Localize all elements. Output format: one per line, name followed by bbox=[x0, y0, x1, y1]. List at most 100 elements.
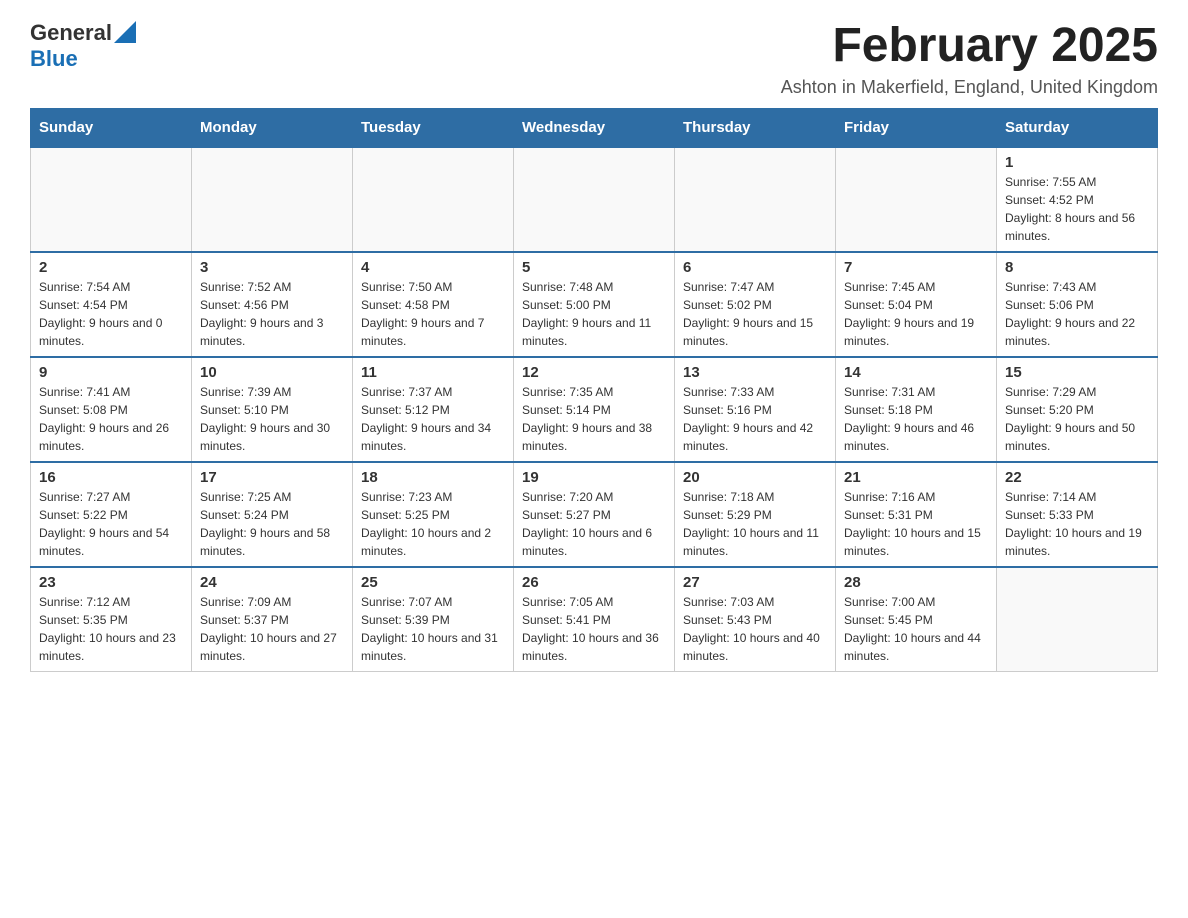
day-info: Sunrise: 7:31 AM Sunset: 5:18 PM Dayligh… bbox=[844, 383, 988, 455]
calendar-cell: 2 Sunrise: 7:54 AM Sunset: 4:54 PM Daylig… bbox=[31, 252, 192, 357]
calendar-cell: 17 Sunrise: 7:25 AM Sunset: 5:24 PM Dayli… bbox=[192, 462, 353, 567]
calendar-cell: 16Sunrise: 7:27 AM Sunset: 5:22 PM Dayli… bbox=[31, 462, 192, 567]
day-info: Sunrise: 7:12 AM Sunset: 5:35 PM Dayligh… bbox=[39, 593, 183, 665]
day-number: 15 bbox=[1005, 364, 1149, 381]
day-info: Sunrise: 7:05 AM Sunset: 5:41 PM Dayligh… bbox=[522, 593, 666, 665]
day-number: 22 bbox=[1005, 469, 1149, 486]
day-info: Sunrise: 7:33 AM Sunset: 5:16 PM Dayligh… bbox=[683, 383, 827, 455]
calendar-week-row: 16Sunrise: 7:27 AM Sunset: 5:22 PM Dayli… bbox=[31, 462, 1158, 567]
calendar-cell: 3 Sunrise: 7:52 AM Sunset: 4:56 PM Daylig… bbox=[192, 252, 353, 357]
day-number: 21 bbox=[844, 469, 988, 486]
day-info: Sunrise: 7:16 AM Sunset: 5:31 PM Dayligh… bbox=[844, 488, 988, 560]
day-number: 8 bbox=[1005, 259, 1149, 276]
calendar-cell bbox=[997, 567, 1158, 672]
day-number: 12 bbox=[522, 364, 666, 381]
day-info: Sunrise: 7:18 AM Sunset: 5:29 PM Dayligh… bbox=[683, 488, 827, 560]
calendar-header-tuesday: Tuesday bbox=[353, 108, 514, 147]
day-info: Sunrise: 7:41 AM Sunset: 5:08 PM Dayligh… bbox=[39, 383, 183, 455]
day-number: 6 bbox=[683, 259, 827, 276]
day-info: Sunrise: 7:09 AM Sunset: 5:37 PM Dayligh… bbox=[200, 593, 344, 665]
calendar-week-row: 23 Sunrise: 7:12 AM Sunset: 5:35 PM Dayli… bbox=[31, 567, 1158, 672]
calendar-cell bbox=[675, 147, 836, 252]
day-info: Sunrise: 7:52 AM Sunset: 4:56 PM Dayligh… bbox=[200, 278, 344, 350]
day-info: Sunrise: 7:37 AM Sunset: 5:12 PM Dayligh… bbox=[361, 383, 505, 455]
day-number: 17 bbox=[200, 469, 344, 486]
day-number: 27 bbox=[683, 574, 827, 591]
calendar-cell: 9Sunrise: 7:41 AM Sunset: 5:08 PM Daylig… bbox=[31, 357, 192, 462]
calendar-cell: 8 Sunrise: 7:43 AM Sunset: 5:06 PM Daylig… bbox=[997, 252, 1158, 357]
calendar-cell: 1Sunrise: 7:55 AM Sunset: 4:52 PM Daylig… bbox=[997, 147, 1158, 252]
day-info: Sunrise: 7:39 AM Sunset: 5:10 PM Dayligh… bbox=[200, 383, 344, 455]
day-number: 4 bbox=[361, 259, 505, 276]
day-number: 13 bbox=[683, 364, 827, 381]
calendar-week-row: 2 Sunrise: 7:54 AM Sunset: 4:54 PM Daylig… bbox=[31, 252, 1158, 357]
day-number: 19 bbox=[522, 469, 666, 486]
title-section: February 2025 Ashton in Makerfield, Engl… bbox=[781, 20, 1158, 98]
day-info: Sunrise: 7:00 AM Sunset: 5:45 PM Dayligh… bbox=[844, 593, 988, 665]
calendar-cell: 23 Sunrise: 7:12 AM Sunset: 5:35 PM Dayli… bbox=[31, 567, 192, 672]
day-number: 23 bbox=[39, 574, 183, 591]
calendar-cell: 28 Sunrise: 7:00 AM Sunset: 5:45 PM Dayli… bbox=[836, 567, 997, 672]
calendar-cell bbox=[353, 147, 514, 252]
calendar-header-sunday: Sunday bbox=[31, 108, 192, 147]
day-info: Sunrise: 7:43 AM Sunset: 5:06 PM Dayligh… bbox=[1005, 278, 1149, 350]
calendar-cell: 10 Sunrise: 7:39 AM Sunset: 5:10 PM Dayli… bbox=[192, 357, 353, 462]
calendar-header-wednesday: Wednesday bbox=[514, 108, 675, 147]
day-info: Sunrise: 7:14 AM Sunset: 5:33 PM Dayligh… bbox=[1005, 488, 1149, 560]
calendar-header-saturday: Saturday bbox=[997, 108, 1158, 147]
calendar-cell: 18Sunrise: 7:23 AM Sunset: 5:25 PM Dayli… bbox=[353, 462, 514, 567]
day-number: 28 bbox=[844, 574, 988, 591]
calendar-week-row: 9Sunrise: 7:41 AM Sunset: 5:08 PM Daylig… bbox=[31, 357, 1158, 462]
day-info: Sunrise: 7:20 AM Sunset: 5:27 PM Dayligh… bbox=[522, 488, 666, 560]
calendar-cell: 24 Sunrise: 7:09 AM Sunset: 5:37 PM Dayli… bbox=[192, 567, 353, 672]
calendar-cell: 26 Sunrise: 7:05 AM Sunset: 5:41 PM Dayli… bbox=[514, 567, 675, 672]
day-number: 14 bbox=[844, 364, 988, 381]
day-info: Sunrise: 7:47 AM Sunset: 5:02 PM Dayligh… bbox=[683, 278, 827, 350]
calendar-cell bbox=[836, 147, 997, 252]
day-info: Sunrise: 7:45 AM Sunset: 5:04 PM Dayligh… bbox=[844, 278, 988, 350]
logo-arrow-icon bbox=[114, 21, 136, 43]
page-header: General Blue February 2025 Ashton in Mak… bbox=[30, 20, 1158, 98]
calendar-cell: 14 Sunrise: 7:31 AM Sunset: 5:18 PM Dayli… bbox=[836, 357, 997, 462]
calendar-cell: 12Sunrise: 7:35 AM Sunset: 5:14 PM Dayli… bbox=[514, 357, 675, 462]
calendar-cell: 7 Sunrise: 7:45 AM Sunset: 5:04 PM Daylig… bbox=[836, 252, 997, 357]
day-number: 3 bbox=[200, 259, 344, 276]
calendar-week-row: 1Sunrise: 7:55 AM Sunset: 4:52 PM Daylig… bbox=[31, 147, 1158, 252]
day-info: Sunrise: 7:23 AM Sunset: 5:25 PM Dayligh… bbox=[361, 488, 505, 560]
day-info: Sunrise: 7:54 AM Sunset: 4:54 PM Dayligh… bbox=[39, 278, 183, 350]
logo-blue-text: Blue bbox=[30, 46, 78, 71]
day-info: Sunrise: 7:03 AM Sunset: 5:43 PM Dayligh… bbox=[683, 593, 827, 665]
day-number: 7 bbox=[844, 259, 988, 276]
calendar-cell: 19 Sunrise: 7:20 AM Sunset: 5:27 PM Dayli… bbox=[514, 462, 675, 567]
calendar-header-row: SundayMondayTuesdayWednesdayThursdayFrid… bbox=[31, 108, 1158, 147]
calendar-table: SundayMondayTuesdayWednesdayThursdayFrid… bbox=[30, 108, 1158, 672]
day-number: 26 bbox=[522, 574, 666, 591]
calendar-cell: 15Sunrise: 7:29 AM Sunset: 5:20 PM Dayli… bbox=[997, 357, 1158, 462]
day-number: 24 bbox=[200, 574, 344, 591]
day-number: 10 bbox=[200, 364, 344, 381]
calendar-cell bbox=[31, 147, 192, 252]
calendar-cell: 4 Sunrise: 7:50 AM Sunset: 4:58 PM Daylig… bbox=[353, 252, 514, 357]
calendar-header-monday: Monday bbox=[192, 108, 353, 147]
day-number: 2 bbox=[39, 259, 183, 276]
day-number: 20 bbox=[683, 469, 827, 486]
calendar-cell: 11 Sunrise: 7:37 AM Sunset: 5:12 PM Dayli… bbox=[353, 357, 514, 462]
day-info: Sunrise: 7:50 AM Sunset: 4:58 PM Dayligh… bbox=[361, 278, 505, 350]
day-info: Sunrise: 7:27 AM Sunset: 5:22 PM Dayligh… bbox=[39, 488, 183, 560]
calendar-cell: 25Sunrise: 7:07 AM Sunset: 5:39 PM Dayli… bbox=[353, 567, 514, 672]
logo: General Blue bbox=[30, 20, 136, 72]
page-subtitle: Ashton in Makerfield, England, United Ki… bbox=[781, 77, 1158, 98]
day-info: Sunrise: 7:25 AM Sunset: 5:24 PM Dayligh… bbox=[200, 488, 344, 560]
calendar-cell: 22 Sunrise: 7:14 AM Sunset: 5:33 PM Dayli… bbox=[997, 462, 1158, 567]
calendar-cell: 27 Sunrise: 7:03 AM Sunset: 5:43 PM Dayli… bbox=[675, 567, 836, 672]
calendar-header-friday: Friday bbox=[836, 108, 997, 147]
calendar-cell: 20 Sunrise: 7:18 AM Sunset: 5:29 PM Dayli… bbox=[675, 462, 836, 567]
calendar-header-thursday: Thursday bbox=[675, 108, 836, 147]
calendar-cell: 13 Sunrise: 7:33 AM Sunset: 5:16 PM Dayli… bbox=[675, 357, 836, 462]
day-number: 11 bbox=[361, 364, 505, 381]
calendar-cell: 5Sunrise: 7:48 AM Sunset: 5:00 PM Daylig… bbox=[514, 252, 675, 357]
calendar-cell: 6 Sunrise: 7:47 AM Sunset: 5:02 PM Daylig… bbox=[675, 252, 836, 357]
calendar-cell bbox=[514, 147, 675, 252]
day-info: Sunrise: 7:07 AM Sunset: 5:39 PM Dayligh… bbox=[361, 593, 505, 665]
day-info: Sunrise: 7:48 AM Sunset: 5:00 PM Dayligh… bbox=[522, 278, 666, 350]
